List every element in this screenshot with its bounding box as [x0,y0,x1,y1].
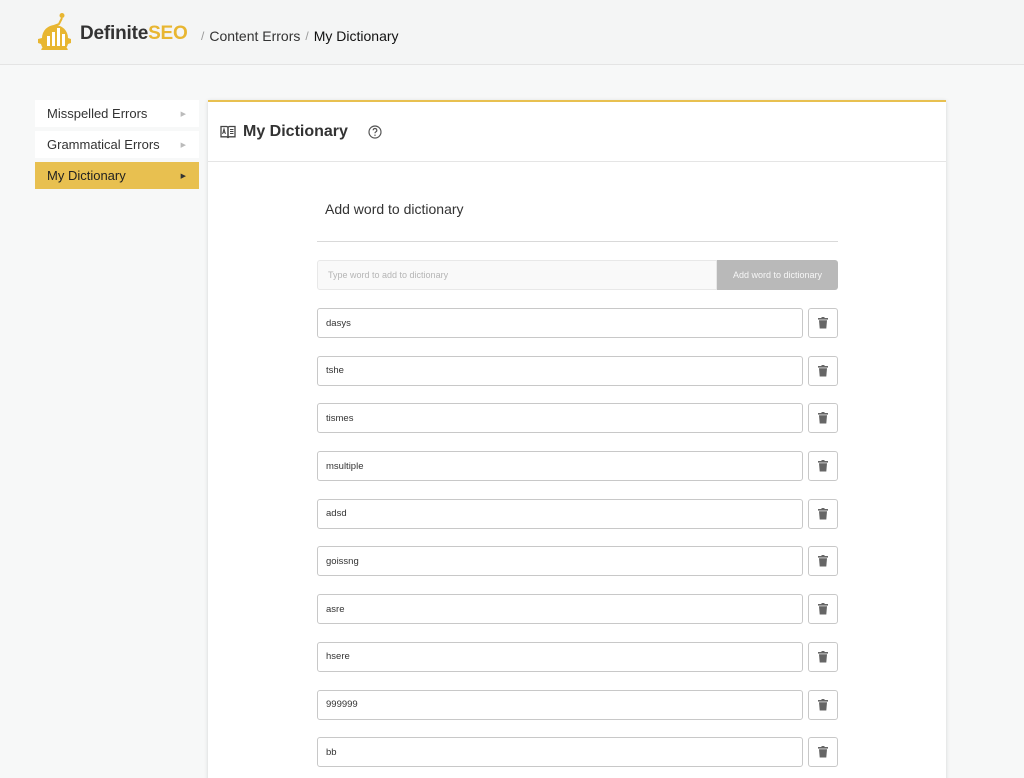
sidebar-item-label: Grammatical Errors [47,137,160,152]
gear-chart-logo-icon[interactable] [38,12,72,50]
sidebar-item-my-dictionary[interactable]: My Dictionary ▶ [35,162,199,189]
word-input[interactable] [317,451,803,482]
brand-accent: SEO [148,23,188,44]
sidebar-item-label: Misspelled Errors [47,106,148,121]
add-word-button[interactable]: Add word to dictionary [717,260,838,290]
trash-icon [818,412,828,424]
word-input[interactable] [317,403,803,434]
delete-word-button[interactable] [808,355,838,386]
breadcrumb-my-dictionary: My Dictionary [313,28,399,44]
list-item [317,689,838,720]
delete-word-button[interactable] [808,737,838,768]
add-word-section: Add word to dictionary Add word to dicti… [317,201,838,778]
delete-word-button[interactable] [808,403,838,434]
word-input[interactable] [317,641,803,672]
caret-right-icon: ▶ [180,172,186,180]
book-icon [220,125,236,138]
sidebar-item-grammatical-errors[interactable]: Grammatical Errors ▶ [35,131,199,158]
list-item [317,594,838,625]
word-input[interactable] [317,308,803,338]
trash-icon [818,507,828,520]
trash-icon [818,460,828,472]
word-input[interactable] [317,355,803,386]
dictionary-panel: My Dictionary Add word to dictionary Add… [208,100,946,778]
question-circle-icon[interactable] [368,124,382,139]
list-item [317,355,838,386]
dictionary-word-list [317,308,838,768]
trash-icon [818,555,828,567]
brand-main: Definite [80,23,149,44]
delete-word-button[interactable] [808,308,838,338]
list-item [317,737,838,768]
delete-word-button[interactable] [808,641,838,672]
breadcrumb-content-errors[interactable]: Content Errors [209,28,300,44]
sidebar: Misspelled Errors ▶ Grammatical Errors ▶… [35,100,199,193]
word-input[interactable] [317,689,803,720]
list-item [317,641,838,672]
trash-icon [818,698,828,710]
add-word-row: Add word to dictionary [317,260,838,290]
delete-word-button[interactable] [808,546,838,577]
brand-name[interactable]: DefiniteSEO [80,23,188,45]
list-item [317,546,838,577]
word-input[interactable] [317,498,803,529]
sidebar-item-label: My Dictionary [47,168,126,183]
section-title: Add word to dictionary [325,201,464,217]
delete-word-button[interactable] [808,594,838,625]
list-item [317,308,838,338]
panel-title: My Dictionary [243,122,348,140]
word-input[interactable] [317,546,803,577]
delete-word-button[interactable] [808,689,838,720]
word-input[interactable] [317,594,803,625]
delete-word-button[interactable] [808,451,838,482]
list-item [317,451,838,482]
divider [317,241,838,242]
delete-word-button[interactable] [808,498,838,529]
trash-icon [818,317,828,329]
add-word-input[interactable] [317,260,717,290]
list-item [317,403,838,434]
caret-right-icon: ▶ [180,110,186,118]
trash-icon [818,603,828,615]
top-bar: DefiniteSEO / Content Errors / My Dictio… [0,0,1024,65]
caret-right-icon: ▶ [180,141,186,149]
list-item [317,498,838,529]
sidebar-item-misspelled-errors[interactable]: Misspelled Errors ▶ [35,100,199,127]
word-input[interactable] [317,737,803,768]
trash-icon [818,746,828,758]
breadcrumb: / Content Errors / My Dictionary [201,28,399,44]
trash-icon [818,650,828,663]
panel-header: My Dictionary [208,102,946,162]
trash-icon [818,364,828,377]
